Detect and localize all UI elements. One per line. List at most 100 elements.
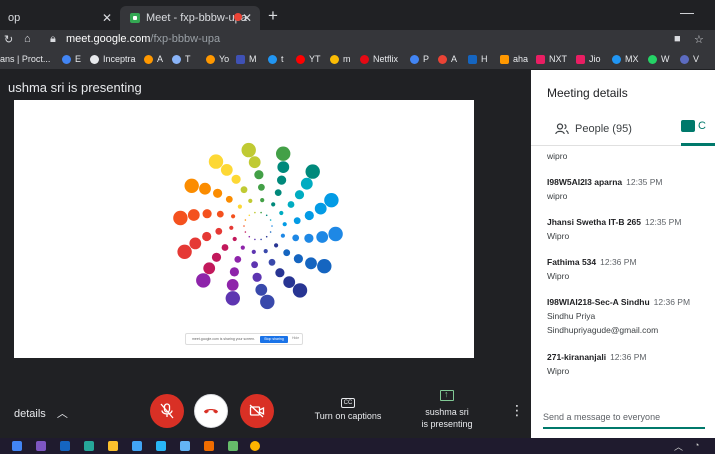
spiral-dot <box>275 268 285 278</box>
bookmark-item[interactable]: H <box>468 54 488 64</box>
message-sender: 271-kirananjali <box>547 352 607 362</box>
bookmark-item[interactable]: t <box>268 54 284 64</box>
microphone-toggle-button[interactable] <box>150 394 184 428</box>
close-tab-icon[interactable]: ✕ <box>242 11 252 25</box>
spiral-dot <box>184 178 199 193</box>
spiral-dot <box>324 193 339 208</box>
spiral-dot <box>248 198 253 203</box>
bookmark-item[interactable]: A <box>438 54 457 64</box>
url-text[interactable]: meet.google.com/fxp-bbbw-upa <box>66 33 220 45</box>
new-tab-icon[interactable]: + <box>268 6 278 26</box>
play-icon <box>330 54 339 64</box>
spiral-dot <box>274 243 279 248</box>
bookmark-item[interactable]: aha <box>500 54 528 64</box>
x-logo-icon <box>144 54 153 64</box>
tab-people[interactable]: People (95) <box>555 123 632 135</box>
tray-chevron-icon[interactable]: ︿ <box>674 440 683 453</box>
bookmarks-bar: ans | Proct... E Inceptra A T Yo Mt YT m Netflix P… <box>0 50 715 70</box>
taskbar-app-icon[interactable] <box>60 441 70 451</box>
taskbar-chrome-icon[interactable] <box>250 441 260 451</box>
chat-compose[interactable] <box>543 407 705 429</box>
present-screen-icon <box>440 388 454 401</box>
bookmark-label: M <box>249 54 257 64</box>
bookmark-label: H <box>481 54 488 64</box>
bookmark-item[interactable]: P <box>410 54 429 64</box>
spiral-dot <box>187 209 200 221</box>
message-text: wipro <box>547 191 568 201</box>
spiral-dot <box>252 272 262 282</box>
spiral-dot <box>293 217 301 225</box>
bookmark-item[interactable]: Yo <box>206 54 229 64</box>
leave-call-button[interactable] <box>194 394 228 428</box>
circle-icon <box>612 54 621 64</box>
message-input[interactable] <box>543 408 705 422</box>
spiral-dot <box>232 236 237 242</box>
bookmark-label: T <box>185 54 191 64</box>
bookmark-item[interactable]: Netflix <box>360 54 398 64</box>
taskbar-app-icon[interactable] <box>84 441 94 451</box>
spiral-dot <box>304 233 314 243</box>
chat-messages[interactable]: Ivanhoe Ayuno12:35 PMwipro I98W5AI2I3 apa… <box>547 147 711 387</box>
spiral-dot <box>226 279 239 291</box>
spiral-dot <box>216 210 224 218</box>
message-text: Sindhupriyagude@gmail.com <box>547 325 659 335</box>
reload-icon[interactable]: ↻ <box>4 33 13 46</box>
spiral-dot <box>248 214 251 217</box>
stop-sharing-button[interactable]: Stop sharing <box>260 336 288 343</box>
taskbar-app-icon[interactable] <box>12 441 22 451</box>
tab-chat[interactable]: C <box>681 120 715 146</box>
bookmark-item[interactable]: Jio <box>576 54 601 64</box>
bookmark-item[interactable]: Inceptra <box>90 54 136 64</box>
bookmark-item[interactable]: T <box>172 54 191 64</box>
camera-icon[interactable]: ■ <box>674 33 681 45</box>
home-icon[interactable]: ⌂ <box>24 33 31 45</box>
taskbar-app-icon[interactable] <box>132 441 142 451</box>
circle-icon <box>90 54 99 64</box>
close-tab-icon[interactable]: ✕ <box>102 11 112 25</box>
spiral-dot <box>317 259 332 274</box>
bookmark-item[interactable]: MX <box>612 54 639 64</box>
spiral-dot <box>304 210 314 221</box>
presenting-button[interactable]: sushma sri is presenting <box>412 388 482 430</box>
spiral-dot <box>241 142 256 158</box>
bookmark-item[interactable]: ans | Proct... <box>0 54 50 64</box>
bookmark-label: A <box>451 54 458 64</box>
message-header: I98W5AI2I3 aparna 12:35 PM <box>547 177 711 187</box>
meeting-details-toggle[interactable]: details ︿ <box>14 405 68 421</box>
taskbar-app-icon[interactable] <box>180 441 190 451</box>
spiral-dot <box>292 283 308 298</box>
spiral-dot <box>305 164 320 179</box>
minimize-icon[interactable]: — <box>680 4 694 20</box>
browser-tab-previous[interactable]: op ✕ <box>0 6 120 30</box>
bookmark-item[interactable]: E <box>62 54 81 64</box>
bookmark-item[interactable]: YT <box>296 54 321 64</box>
camera-toggle-button[interactable] <box>240 394 274 428</box>
captions-button[interactable]: CC Turn on captions <box>306 396 390 421</box>
spiral-dot <box>255 283 268 296</box>
spiral-dot <box>258 183 265 191</box>
hide-button[interactable]: Hide <box>292 336 299 340</box>
bookmark-item[interactable]: V <box>680 54 699 64</box>
bookmark-item[interactable]: W <box>648 54 670 64</box>
spiral-dot <box>225 195 233 203</box>
bookmark-label: MX <box>625 54 639 64</box>
bookmark-item[interactable]: NXT <box>536 54 567 64</box>
bookmark-item[interactable]: A <box>144 54 163 64</box>
spiral-dot <box>269 219 272 221</box>
spiral-dot <box>260 211 262 214</box>
bookmark-item[interactable]: M <box>236 54 257 64</box>
bookmark-star-icon[interactable]: ☆ <box>694 33 704 46</box>
more-options-icon[interactable]: ⋮ <box>510 402 524 419</box>
circle-icon <box>410 54 419 64</box>
tray-network-icon[interactable]: ◔ <box>694 440 699 450</box>
taskbar-app-icon[interactable] <box>228 441 238 451</box>
screen: op ✕ Meet - fxp-bbbw-upa ✕ + — ↻ ⌂ 🔒︎ me… <box>0 0 715 454</box>
lock-icon[interactable]: 🔒︎ <box>50 33 56 46</box>
taskbar-app-icon[interactable] <box>156 441 166 451</box>
bookmark-item[interactable]: m <box>330 54 351 64</box>
taskbar-app-icon[interactable] <box>108 441 118 451</box>
taskbar-app-icon[interactable] <box>204 441 214 451</box>
spiral-dot <box>244 219 247 221</box>
taskbar-app-icon[interactable] <box>36 441 46 451</box>
spiral-dot <box>314 202 327 215</box>
